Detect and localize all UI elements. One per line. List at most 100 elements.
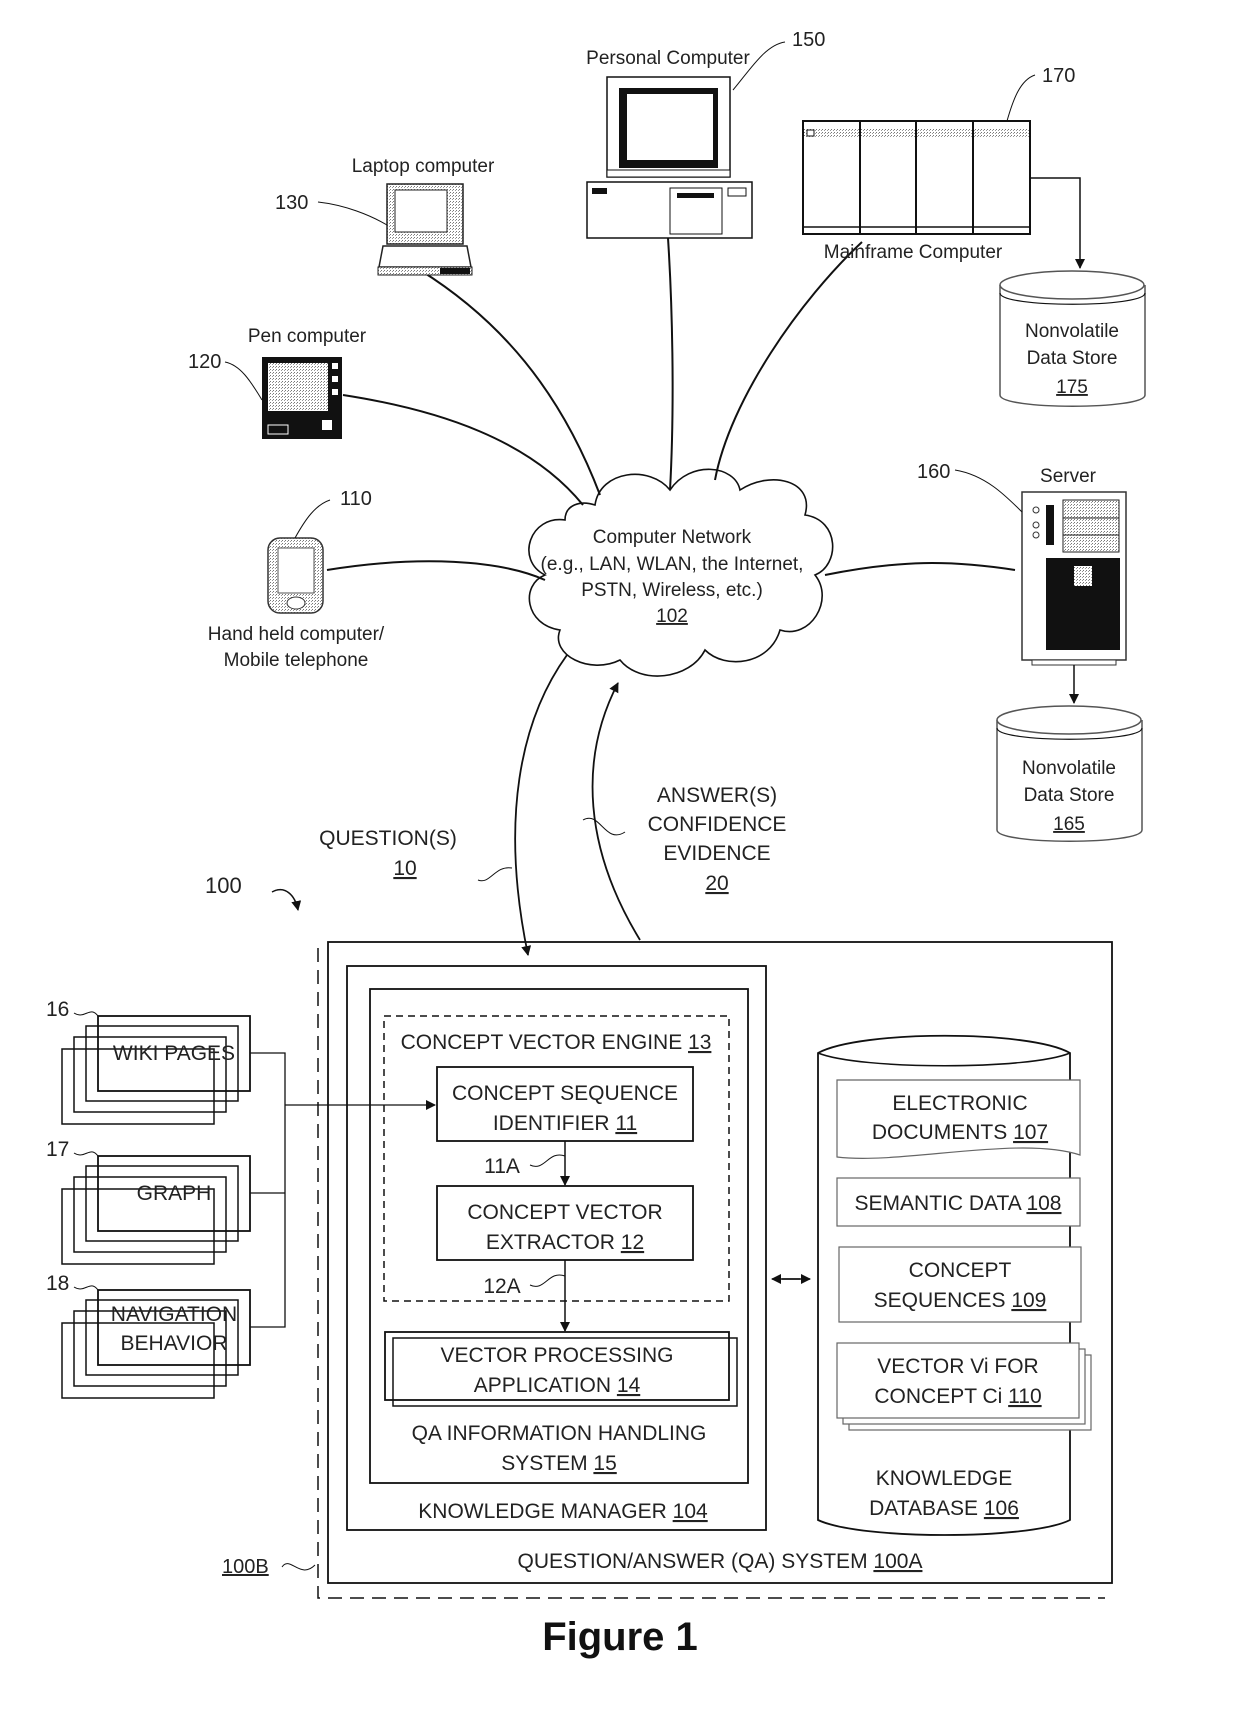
ref-11a: 11A: [484, 1155, 520, 1178]
laptop-icon: [377, 183, 473, 276]
mainframe-icon: [802, 120, 1031, 235]
question-flow: QUESTION(S) 10: [319, 654, 568, 956]
kb-concept-vectors[interactable]: VECTOR Vi FOR CONCEPT Ci 110: [836, 1342, 1092, 1431]
server-connection: [824, 562, 1016, 576]
laptop-device[interactable]: Laptop computer 130: [275, 156, 495, 276]
concept-sequence-identifier[interactable]: CONCEPT SEQUENCE IDENTIFIER 11: [436, 1066, 694, 1142]
pen-label: Pen computer: [248, 326, 367, 347]
wiki-pages-label: WIKI PAGES: [113, 1042, 235, 1065]
store165-line1: Nonvolatile: [1022, 758, 1116, 779]
pc-label: Personal Computer: [586, 48, 750, 69]
kb-electronic-documents[interactable]: ELECTRONIC DOCUMENTS 107: [836, 1079, 1081, 1159]
answer-arrow: [591, 682, 641, 941]
graph-label: GRAPH: [137, 1182, 212, 1205]
system-ref: 100: [205, 873, 242, 898]
store175-ref: 175: [1056, 377, 1088, 398]
questions-label: QUESTION(S): [319, 827, 457, 850]
info-handling-line1: QA INFORMATION HANDLING: [412, 1422, 707, 1445]
laptop-ref: 130: [275, 192, 308, 214]
concept-vector-engine: CONCEPT VECTOR ENGINE 13: [383, 1015, 730, 1302]
navigation-label-line2: BEHAVIOR: [121, 1332, 228, 1355]
network-cloud: Computer Network (e.g., LAN, WLAN, the I…: [528, 468, 834, 677]
figure-caption: Figure 1: [542, 1615, 698, 1659]
info-handling-line2: SYSTEM 15: [501, 1452, 617, 1475]
store175-line2: Data Store: [1027, 348, 1118, 369]
handheld-device[interactable]: 110 Hand held computer/ Mobile telephone: [208, 488, 385, 671]
source-navigation-behavior[interactable]: NAVIGATION BEHAVIOR 18: [46, 1272, 251, 1399]
ref-12a: 12A: [483, 1275, 520, 1298]
desktop-computer-icon: [586, 76, 753, 239]
concept-sequences-line2: SEQUENCES 109: [874, 1289, 1047, 1312]
network-examples-line2: PSTN, Wireless, etc.): [581, 580, 763, 601]
pc-connection: [667, 237, 674, 491]
vector-processing-application[interactable]: VECTOR PROCESSING APPLICATION 14: [384, 1331, 738, 1407]
source-graph[interactable]: GRAPH 17: [46, 1138, 251, 1265]
concept-vectors-line1: VECTOR Vi FOR: [877, 1355, 1038, 1378]
handheld-icon: [267, 537, 324, 614]
concept-sequences-line1: CONCEPT: [909, 1259, 1012, 1282]
server-device[interactable]: Server 160: [917, 461, 1127, 704]
store165-line2: Data Store: [1024, 785, 1115, 806]
pen-computer-device[interactable]: Pen computer 120: [188, 326, 367, 439]
system-ref-arrow: [271, 889, 302, 911]
system-diagram: Computer Network (e.g., LAN, WLAN, the I…: [46, 29, 1146, 1659]
server-icon: [1021, 491, 1127, 666]
navigation-ref: 18: [46, 1272, 69, 1295]
pen-computer-icon: [262, 357, 342, 439]
kb-concept-sequences[interactable]: CONCEPT SEQUENCES 109: [838, 1246, 1082, 1323]
mainframe-ref: 170: [1042, 65, 1075, 87]
knowledge-db-line1: KNOWLEDGE: [876, 1467, 1013, 1490]
electronic-documents-line2: DOCUMENTS 107: [872, 1121, 1048, 1144]
network-title: Computer Network: [593, 527, 752, 548]
kb-semantic-data[interactable]: SEMANTIC DATA 108: [836, 1177, 1081, 1227]
handheld-ref: 110: [340, 488, 372, 510]
answers-line3: EVIDENCE: [663, 842, 770, 865]
question-arrow: [514, 654, 568, 956]
source-wiki-pages[interactable]: WIKI PAGES 16: [46, 998, 251, 1125]
answers-ref: 20: [705, 872, 728, 895]
knowledge-db-line2: DATABASE 106: [869, 1497, 1019, 1520]
server-label: Server: [1040, 466, 1097, 487]
mainframe-connection: [714, 241, 863, 481]
server-ref: 160: [917, 461, 950, 483]
handheld-label-line1: Hand held computer/: [208, 624, 385, 645]
source-bus: [250, 1052, 436, 1328]
processing-app-line2: APPLICATION 14: [474, 1374, 641, 1397]
network-ref: 102: [656, 606, 688, 627]
wiki-pages-ref: 16: [46, 998, 69, 1021]
network-examples-line1: (e.g., LAN, WLAN, the Internet,: [541, 554, 804, 575]
electronic-documents-line1: ELECTRONIC: [892, 1092, 1027, 1115]
vector-extractor-line1: CONCEPT VECTOR: [467, 1201, 662, 1224]
engine-label: CONCEPT VECTOR ENGINE 13: [401, 1031, 712, 1054]
answers-line1: ANSWER(S): [657, 784, 777, 807]
pc-ref: 150: [792, 29, 825, 51]
concept-vector-extractor[interactable]: CONCEPT VECTOR EXTRACTOR 12: [436, 1185, 694, 1261]
handheld-label-line2: Mobile telephone: [224, 650, 369, 671]
qa-system-label: QUESTION/ANSWER (QA) SYSTEM 100A: [518, 1550, 923, 1573]
knowledge-manager-label: KNOWLEDGE MANAGER 104: [418, 1500, 708, 1523]
pen-connection: [342, 394, 584, 506]
mainframe-device[interactable]: 170 Mainframe Computer: [802, 65, 1085, 269]
answers-line2: CONFIDENCE: [648, 813, 787, 836]
answer-flow: ANSWER(S) CONFIDENCE EVIDENCE 20: [582, 682, 787, 941]
concept-vectors-line2: CONCEPT Ci 110: [874, 1385, 1041, 1408]
mainframe-label: Mainframe Computer: [824, 242, 1003, 263]
personal-computer-device[interactable]: Personal Computer 150: [586, 29, 825, 239]
navigation-label-line1: NAVIGATION: [111, 1303, 237, 1326]
mainframe-to-store-arrow: [1030, 177, 1085, 269]
vector-extractor-line2: EXTRACTOR 12: [486, 1231, 644, 1254]
laptop-label: Laptop computer: [352, 156, 495, 177]
sequence-identifier-line1: CONCEPT SEQUENCE: [452, 1082, 678, 1105]
processing-app-line1: VECTOR PROCESSING: [441, 1344, 674, 1367]
graph-ref: 17: [46, 1138, 69, 1161]
laptop-connection: [419, 269, 601, 496]
semantic-data-label: SEMANTIC DATA 108: [855, 1192, 1062, 1215]
data-store-165[interactable]: Nonvolatile Data Store 165: [996, 705, 1143, 842]
data-store-175[interactable]: Nonvolatile Data Store 175: [999, 270, 1146, 407]
sequence-identifier-line2: IDENTIFIER 11: [493, 1112, 637, 1135]
handheld-connection: [326, 560, 546, 581]
pen-ref: 120: [188, 351, 221, 373]
store175-line1: Nonvolatile: [1025, 321, 1119, 342]
questions-ref: 10: [393, 857, 416, 880]
outer-boundary-ref: 100B: [222, 1556, 269, 1578]
